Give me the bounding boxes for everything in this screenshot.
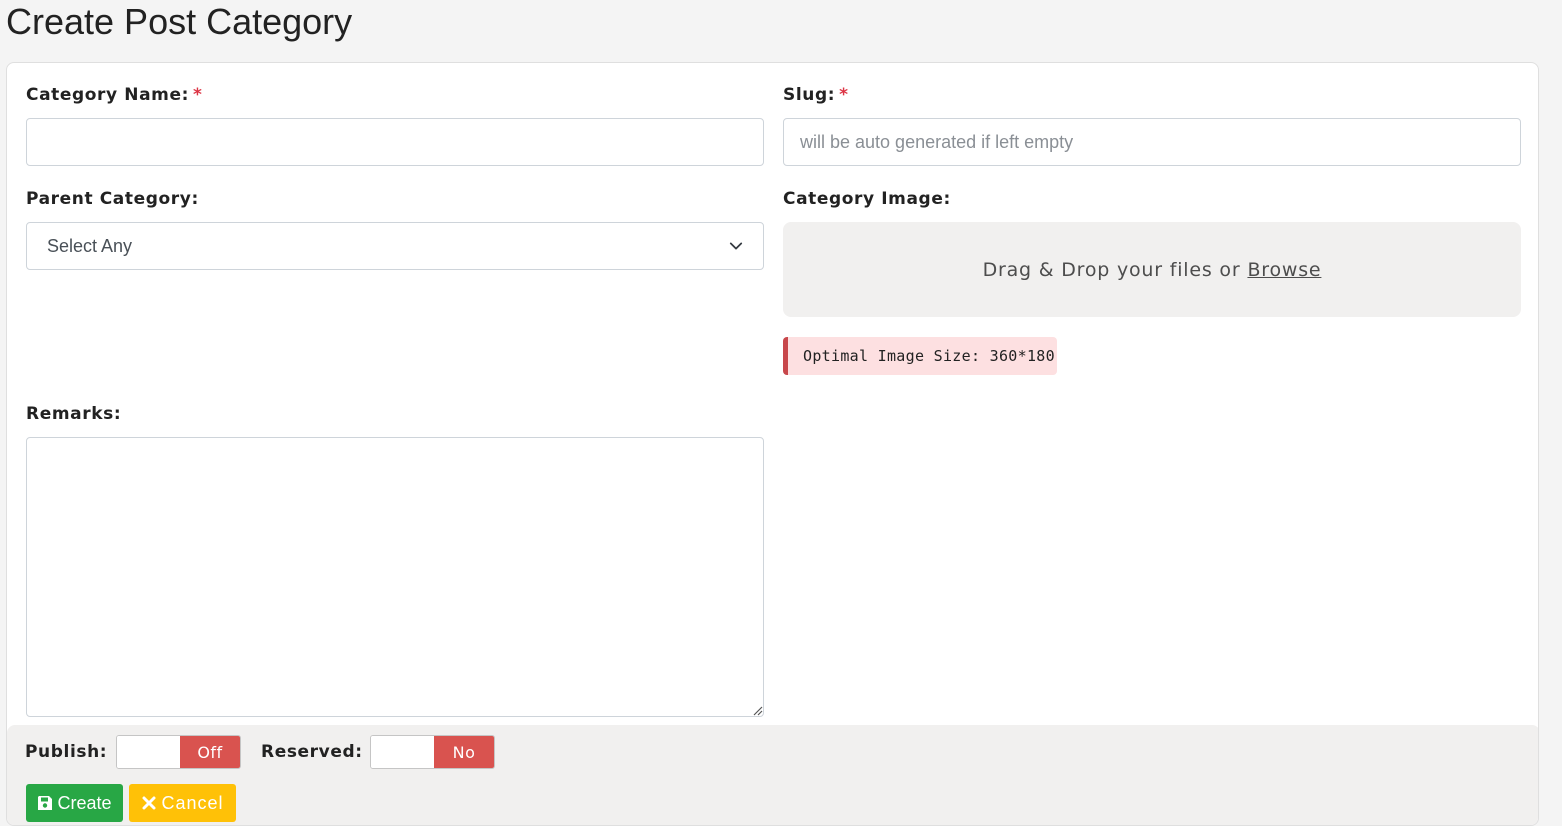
category-image-label: Category Image:: [783, 189, 951, 209]
save-icon: [38, 796, 53, 810]
toggle-knob: [371, 736, 434, 768]
parent-category-selected-value: Select Any: [47, 235, 133, 256]
reserved-toggle[interactable]: No: [370, 735, 495, 769]
create-button-label: Create: [57, 792, 112, 813]
publish-label: Publish:: [25, 742, 107, 762]
publish-label-text: Publish:: [25, 742, 108, 762]
cancel-button-label: Cancel: [161, 792, 224, 813]
parent-category-select[interactable]: Select Any: [26, 222, 764, 270]
remarks-textarea[interactable]: [26, 437, 764, 717]
category-name-label-text: Category Name:: [26, 85, 189, 105]
page-title: Create Post Category: [6, 1, 353, 42]
resize-handle-icon[interactable]: [751, 704, 763, 716]
required-mark: *: [192, 85, 203, 105]
category-image-label-text: Category Image:: [783, 189, 951, 209]
dropzone-text: Drag & Drop your files or: [982, 258, 1241, 281]
cancel-button[interactable]: Cancel: [129, 784, 236, 822]
parent-category-label-text: Parent Category:: [26, 189, 199, 209]
reserved-label: Reserved:: [261, 742, 363, 762]
image-size-hint-text: Optimal Image Size: 360*180: [803, 347, 1055, 365]
form-card: Category Name:* Slug:* Parent Category: …: [6, 62, 1539, 826]
form-footer: Publish: Off Reserved: No Create Cancel: [7, 725, 1538, 825]
publish-toggle[interactable]: Off: [116, 735, 241, 769]
toggle-knob: [117, 736, 180, 768]
remarks-label: Remarks:: [26, 404, 121, 424]
image-dropzone[interactable]: Drag & Drop your files or Browse: [783, 222, 1521, 317]
slug-label-text: Slug:: [783, 85, 836, 105]
slug-input[interactable]: [783, 118, 1521, 166]
parent-category-label: Parent Category:: [26, 189, 199, 209]
reserved-label-text: Reserved:: [261, 742, 363, 762]
close-icon: [142, 796, 156, 810]
reserved-toggle-state: No: [434, 736, 494, 768]
publish-toggle-state: Off: [180, 736, 240, 768]
slug-label: Slug: *: [783, 85, 849, 105]
browse-link[interactable]: Browse: [1247, 259, 1321, 281]
category-name-label: Category Name: *: [26, 85, 202, 105]
create-button[interactable]: Create: [26, 784, 123, 822]
required-mark: *: [839, 85, 849, 105]
image-size-hint: Optimal Image Size: 360*180: [783, 337, 1057, 375]
remarks-label-text: Remarks:: [26, 404, 122, 424]
category-name-input[interactable]: [26, 118, 764, 166]
chevron-down-icon: [729, 242, 743, 250]
